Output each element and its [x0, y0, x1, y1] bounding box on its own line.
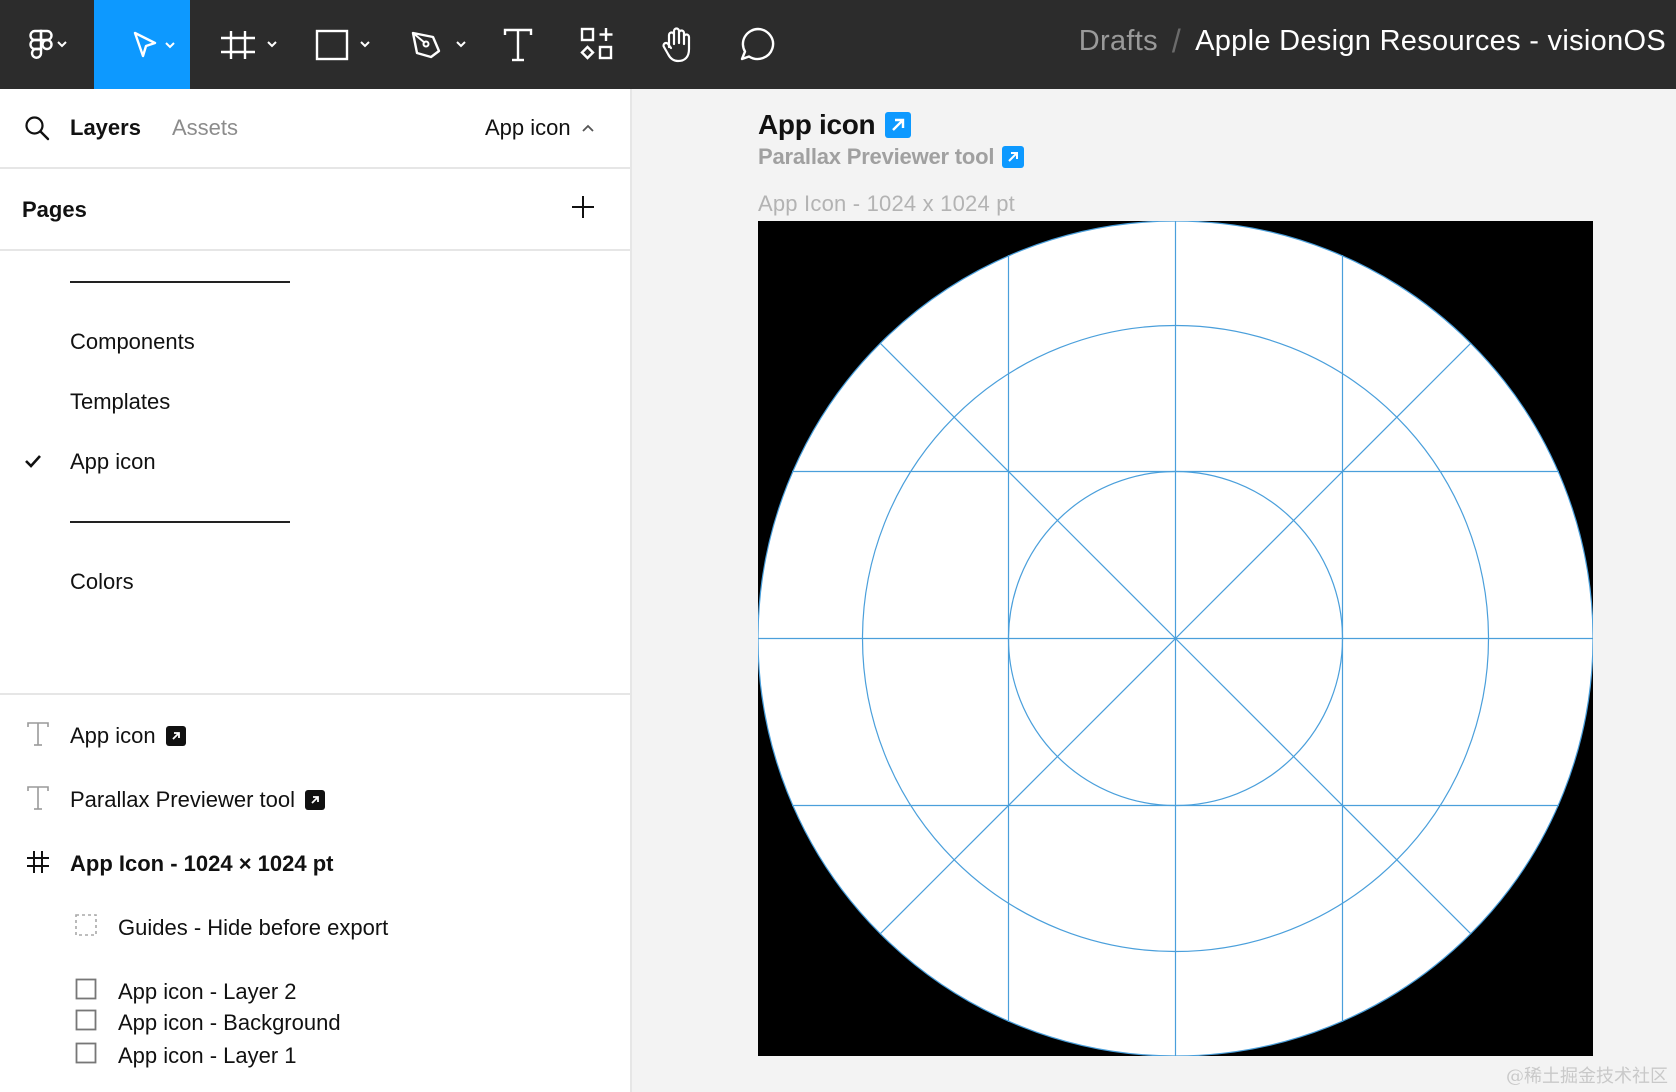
rectangle-layer-icon	[75, 1009, 97, 1031]
comment-icon	[740, 27, 775, 60]
cursor-icon	[133, 31, 175, 57]
text-icon	[503, 28, 533, 61]
left-panel: Layers Assets App icon Pages Components …	[0, 89, 632, 1092]
hand-icon	[662, 26, 691, 62]
layer-name: App icon - Background	[118, 1010, 341, 1035]
text-layer-icon	[27, 722, 49, 746]
comment-tool-button[interactable]	[730, 0, 786, 89]
external-link-icon[interactable]	[1002, 146, 1025, 168]
file-name[interactable]: Apple Design Resources - visionOS	[1195, 25, 1666, 58]
figma-logo-icon	[29, 29, 67, 59]
move-tool-button[interactable]	[94, 0, 190, 89]
checkmark-icon	[25, 455, 41, 468]
canvas-subtitle-text: Parallax Previewer tool	[758, 144, 995, 169]
app-icon-frame[interactable]	[758, 221, 1593, 1056]
rectangle-icon	[315, 29, 370, 60]
app-icon-grid	[758, 221, 1593, 1056]
text-tool-button[interactable]	[490, 0, 546, 89]
layer-row-app-icon-text[interactable]: App icon	[0, 715, 630, 755]
layer-row-app-icon-frame[interactable]: App Icon - 1024 × 1024 pt	[0, 843, 630, 883]
page-divider[interactable]	[70, 281, 290, 283]
main-menu-button[interactable]	[0, 0, 86, 89]
current-page-label: App icon	[485, 115, 571, 140]
frame-icon	[221, 30, 277, 59]
pages-header: Pages	[0, 169, 630, 251]
external-link-icon	[165, 726, 186, 746]
frame-label[interactable]: App Icon - 1024 x 1024 pt	[758, 191, 1015, 217]
hand-tool-button[interactable]	[650, 0, 706, 89]
page-item-templates[interactable]: Templates	[70, 389, 170, 415]
frame-layer-icon	[27, 851, 49, 873]
breadcrumb-drafts-link[interactable]: Drafts	[1079, 25, 1158, 58]
components-icon	[580, 27, 613, 60]
external-link-icon[interactable]	[885, 112, 912, 138]
frame-tool-button[interactable]	[210, 0, 290, 89]
rectangle-layer-icon	[75, 1042, 97, 1064]
layer-name: Guides - Hide before export	[118, 915, 389, 940]
text-layer-icon	[27, 786, 49, 810]
pages-title: Pages	[22, 197, 87, 222]
layer-label: App icon - Layer 1	[118, 1043, 297, 1069]
layer-label: Guides - Hide before export	[118, 915, 388, 941]
layer-name: Parallax Previewer tool	[70, 787, 295, 812]
resources-tool-button[interactable]	[570, 0, 626, 89]
layer-label: App icon	[70, 723, 186, 749]
external-link-icon	[304, 790, 325, 810]
watermark: @稀土掘金技术社区	[1506, 1066, 1668, 1087]
current-page-selector[interactable]: App icon	[485, 115, 595, 141]
tab-assets[interactable]: Assets	[172, 115, 238, 141]
breadcrumb: Drafts / Apple Design Resources - vision…	[1079, 0, 1666, 82]
canvas-title: App icon	[758, 109, 912, 141]
chevron-up-icon	[581, 124, 594, 132]
page-item-components[interactable]: Components	[70, 329, 195, 355]
rectangle-layer-icon	[75, 978, 97, 1000]
search-icon[interactable]	[24, 115, 50, 141]
layer-row-parallax-text[interactable]: Parallax Previewer tool	[0, 779, 630, 819]
canvas-subtitle: Parallax Previewer tool	[758, 144, 1025, 170]
layer-row-background[interactable]: App icon - Background	[0, 1002, 632, 1042]
layer-label: App Icon - 1024 × 1024 pt	[70, 851, 333, 877]
hidden-group-icon	[75, 914, 97, 936]
layer-label: App icon - Background	[118, 1010, 341, 1036]
layer-name: App icon	[70, 723, 156, 748]
toolbar: Drafts / Apple Design Resources - vision…	[0, 0, 1676, 89]
pen-tool-button[interactable]	[400, 0, 480, 89]
layer-row-guides[interactable]: Guides - Hide before export	[0, 907, 630, 947]
tab-layers[interactable]: Layers	[70, 115, 141, 141]
layer-name: App Icon - 1024 × 1024 pt	[70, 851, 334, 876]
canvas[interactable]: App icon Parallax Previewer tool App Ico…	[634, 89, 1676, 1092]
breadcrumb-separator: /	[1171, 22, 1182, 59]
pen-icon	[411, 31, 466, 58]
shape-tool-button[interactable]	[305, 0, 385, 89]
guide-lines	[758, 221, 1593, 1056]
page-item-app-icon[interactable]: App icon	[70, 449, 156, 475]
panel-header: Layers Assets App icon	[0, 89, 630, 169]
layer-name: App icon - Layer 1	[118, 1043, 297, 1068]
pages-list: Components Templates App icon Colors	[0, 251, 630, 695]
add-page-icon[interactable]	[570, 194, 596, 220]
layer-label: Parallax Previewer tool	[70, 787, 325, 813]
canvas-title-text: App icon	[758, 109, 876, 140]
page-item-colors[interactable]: Colors	[70, 569, 134, 595]
page-divider[interactable]	[70, 521, 290, 523]
